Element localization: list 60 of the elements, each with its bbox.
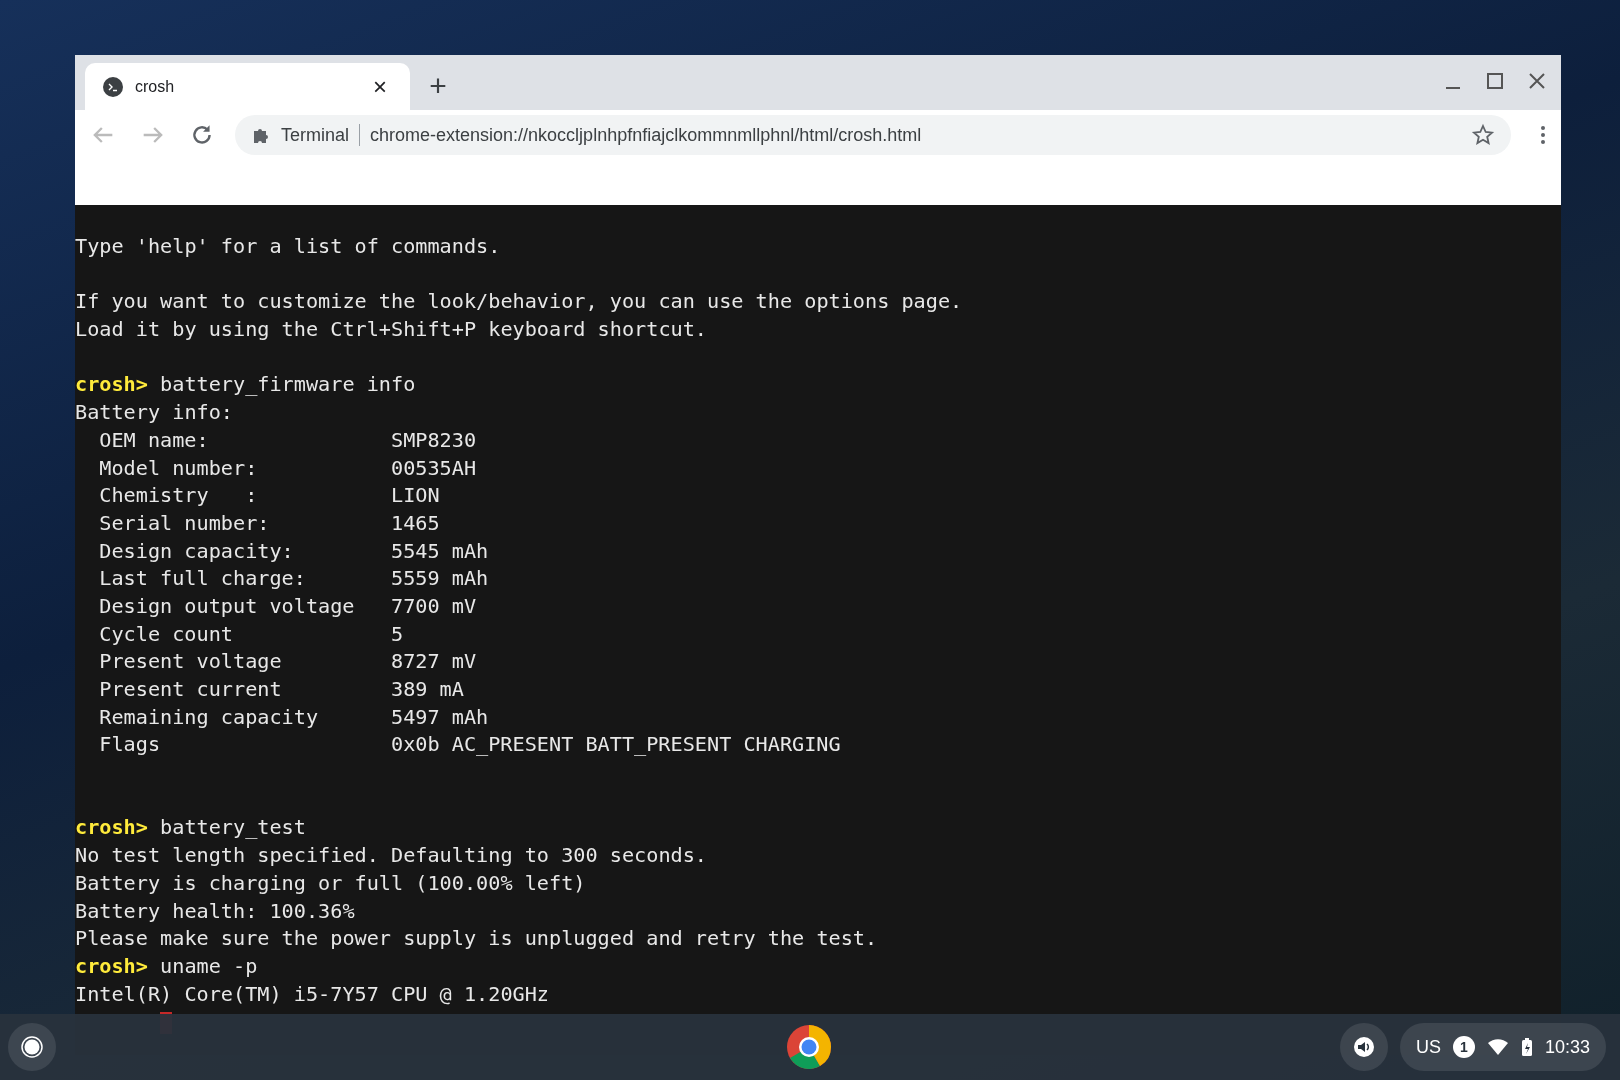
field-label: Serial number:	[99, 509, 271, 537]
field-label: Chemistry :	[99, 482, 259, 510]
output-line: If you want to customize the look/behavior, you can use the options page.	[75, 288, 963, 316]
field-label: Flags	[99, 731, 162, 759]
field-value: 5497 mAh	[391, 703, 489, 731]
tab-title: crosh	[135, 76, 176, 97]
field-label: Last full charge:	[99, 565, 307, 593]
field-value: 5545 mAh	[391, 537, 489, 565]
field-label: OEM name:	[99, 426, 210, 454]
notification-count-badge: 1	[1452, 1036, 1475, 1058]
output-line: Battery health: 100.36%	[75, 897, 355, 925]
url-text: chrome-extension://nkoccljplnhpfnfiajclkommnmllphnl/html/crosh.html	[370, 123, 923, 147]
close-tab-button[interactable]: ×	[368, 74, 392, 99]
launcher-circle-icon	[20, 1035, 44, 1059]
address-bar[interactable]: Terminal chrome-extension://nkoccljplnhpfnfiajclkommnmllphnl/html/crosh.html	[235, 115, 1511, 155]
speaker-icon	[1352, 1036, 1375, 1058]
field-label: Present current	[99, 676, 283, 703]
command-text: battery_test	[160, 814, 306, 842]
output-line: Load it by using the Ctrl+Shift+P keyboard shortcut.	[75, 316, 707, 344]
browser-app-icon[interactable]	[786, 1024, 832, 1070]
wifi-icon	[1486, 1038, 1509, 1056]
command-text: battery_firmware info	[160, 371, 416, 399]
field-value: 1465	[391, 509, 440, 537]
output-line: Please make sure the power supply is unplugged and retry the test.	[75, 925, 878, 953]
battery-charging-icon	[1520, 1037, 1533, 1057]
field-label: Present voltage	[99, 648, 283, 676]
field-value: LION	[391, 482, 440, 510]
site-label: Terminal	[281, 123, 350, 147]
output-line: Intel(R) Core(TM) i5-7Y57 CPU @ 1.20GHz	[75, 980, 549, 1008]
field-label: Cycle count	[99, 620, 234, 648]
output-line: Type 'help' for a list of commands.	[75, 233, 501, 260]
prompt-label: crosh>	[75, 371, 148, 399]
prompt-label: crosh>	[75, 952, 148, 980]
field-value: 7700 mV	[391, 592, 477, 620]
field-label: Remaining capacity	[99, 703, 320, 731]
command-text: uname -p	[160, 952, 258, 980]
output-line: Battery is charging or full (100.00% left)	[75, 869, 586, 897]
field-value: 8727 mV	[391, 648, 477, 676]
field-value: 5	[391, 620, 404, 648]
field-value: 0x0b AC_PRESENT BATT_PRESENT CHARGING	[391, 731, 841, 759]
keyboard-layout-label: US	[1415, 1035, 1441, 1059]
new-tab-button[interactable]: +	[422, 70, 454, 102]
field-value: 389 mA	[391, 676, 464, 703]
launcher-button[interactable]	[8, 1023, 56, 1071]
status-tray[interactable]: US 1 10:33	[1399, 1023, 1606, 1071]
field-label: Design output voltage	[99, 592, 356, 620]
field-value: SMP8230	[391, 426, 477, 454]
field-value: 00535AH	[391, 454, 477, 482]
field-value: 5559 mAh	[391, 565, 489, 593]
terminal-icon	[103, 76, 123, 97]
menu-icon[interactable]	[1539, 123, 1547, 147]
clock-time: 10:33	[1544, 1035, 1590, 1059]
field-label: Model number:	[99, 454, 259, 482]
browser-tab[interactable]: crosh ×	[85, 63, 410, 110]
field-label: Design capacity:	[99, 537, 295, 565]
prompt-label: crosh>	[75, 814, 148, 842]
output-line: Battery info:	[75, 399, 233, 427]
output-line: No test length specified. Defaulting to 300 seconds.	[75, 842, 707, 870]
audio-button[interactable]	[1339, 1023, 1388, 1071]
star-icon[interactable]	[1471, 123, 1495, 147]
